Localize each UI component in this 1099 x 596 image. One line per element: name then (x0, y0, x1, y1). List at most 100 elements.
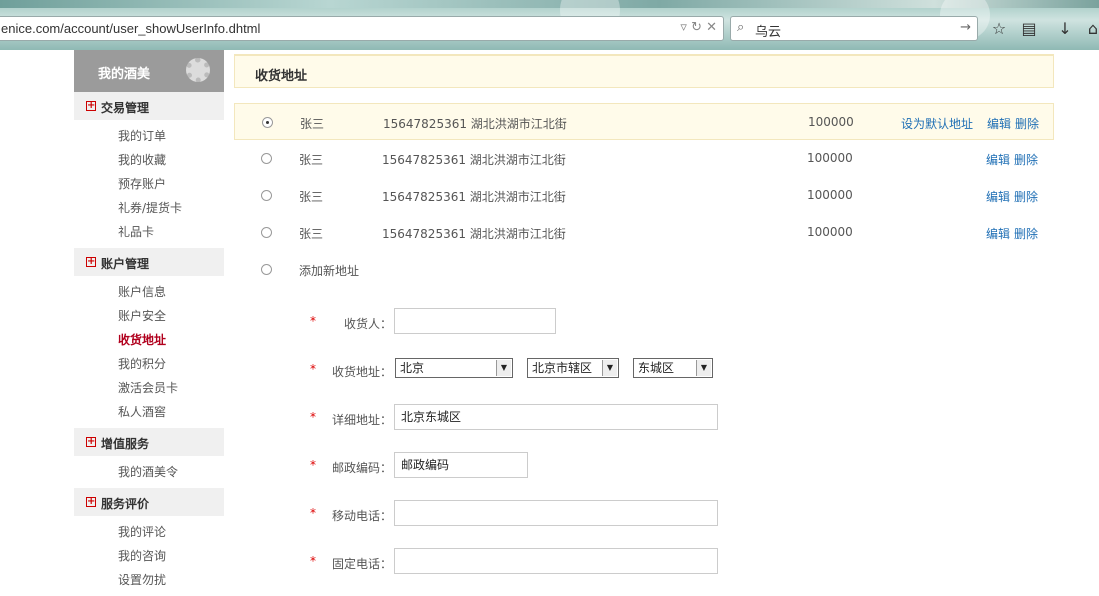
address-name: 张三 (299, 190, 324, 204)
sidebar-group[interactable]: + 增值服务 (74, 428, 224, 456)
zip-input[interactable]: 邮政编码 (394, 452, 528, 478)
edit-link[interactable]: 编辑 (986, 188, 1010, 205)
expand-plus-icon[interactable]: + (86, 437, 96, 447)
address-zip: 100000 (807, 225, 853, 239)
sidebar-item[interactable]: 礼券/提货卡 (74, 196, 224, 220)
sidebar-group-label: 交易管理 (101, 101, 150, 115)
sidebar-item[interactable]: 账户信息 (74, 280, 224, 304)
sidebar-item[interactable]: 账户安全 (74, 304, 224, 328)
sidebar-group-items: 我的评论 我的咨询 设置勿扰 (74, 516, 224, 596)
address-radio[interactable] (261, 227, 272, 238)
delete-link[interactable]: 删除 (1014, 151, 1038, 168)
city-select[interactable]: 北京市辖区 ▼ (527, 358, 619, 378)
receiver-row: * 收货人： (234, 308, 1054, 338)
add-new-radio[interactable] (261, 264, 272, 275)
page-title-bar: 收货地址 (234, 54, 1054, 88)
district-select[interactable]: 东城区 ▼ (633, 358, 713, 378)
address-radio[interactable] (261, 190, 272, 201)
sidebar-item[interactable]: 收货地址 (74, 328, 224, 352)
address-name: 张三 (299, 227, 324, 241)
bookmark-star-icon[interactable]: ☆ (988, 18, 1010, 40)
address-phone-address: 15647825361 湖北洪湖市江北街 (383, 117, 567, 131)
sidebar-group[interactable]: + 交易管理 (74, 92, 224, 120)
sidebar-group-label: 账户管理 (101, 257, 150, 271)
sidebar-item[interactable]: 我的咨询 (74, 544, 224, 568)
address-row[interactable]: 张三 15647825361 湖北洪湖市江北街 100000 编辑 删除 (234, 177, 1054, 214)
sidebar-groups: + 交易管理我的订单 我的收藏 预存账户 礼券/提货卡 礼品卡 + 账户管理账户信息 账户安全收… (74, 92, 224, 596)
address-zip: 100000 (808, 115, 854, 129)
browser-chrome: enice.com/account/user_showUserInfo.dhtm… (0, 0, 1099, 50)
expand-plus-icon[interactable]: + (86, 101, 96, 111)
zip-row: * 邮政编码： 邮政编码 (234, 452, 1054, 482)
district-value: 东城区 (638, 361, 675, 375)
sidebar-item[interactable]: 设置勿扰 (74, 568, 224, 592)
address-phone-address: 15647825361 湖北洪湖市江北街 (382, 227, 566, 241)
receiver-input[interactable] (394, 308, 556, 334)
expand-plus-icon[interactable]: + (86, 497, 96, 507)
chevron-down-icon: ▼ (602, 360, 617, 376)
address-phone-address: 15647825361 湖北洪湖市江北街 (382, 153, 566, 167)
detail-label: 详细地址： (331, 413, 392, 427)
sidebar-item[interactable]: 我的订单 (74, 124, 224, 148)
phone-input[interactable] (394, 548, 718, 574)
page-title: 收货地址 (255, 69, 308, 84)
address-row[interactable]: 张三 15647825361 湖北洪湖市江北街 100000 编辑 删除 (234, 214, 1054, 251)
sidebar-item[interactable]: 礼品卡 (74, 220, 224, 244)
search-bar[interactable]: ⌕ 乌云 → (730, 16, 978, 41)
address-row[interactable]: 张三 15647825361 湖北洪湖市江北街 100000 编辑 删除 (234, 140, 1054, 177)
go-arrow-icon[interactable]: → (960, 20, 971, 35)
url-bar[interactable]: enice.com/account/user_showUserInfo.dhtm… (0, 16, 724, 41)
sidebar-group-label: 服务评价 (101, 497, 150, 511)
sidebar-group[interactable]: + 账户管理 (74, 248, 224, 276)
mobile-input[interactable] (394, 500, 718, 526)
sidebar-group-items: 账户信息 账户安全 收货地址 我的积分 激活会员卡 私人酒窖 (74, 276, 224, 428)
sidebar-group-items: 我的酒美令 (74, 456, 224, 488)
city-value: 北京市辖区 (532, 361, 593, 375)
address-label: 收货地址： (331, 365, 392, 379)
sidebar-item[interactable]: 我的积分 (74, 352, 224, 376)
url-text: enice.com/account/user_showUserInfo.dhtm… (1, 21, 261, 36)
set-default-link[interactable]: 设为默认地址 (901, 115, 973, 132)
edit-link[interactable]: 编辑 (987, 115, 1011, 132)
sidebar-item[interactable]: 我的评论 (74, 520, 224, 544)
edit-link[interactable]: 编辑 (986, 225, 1010, 242)
zip-label: 邮政编码： (331, 461, 392, 475)
province-value: 北京 (400, 361, 425, 375)
delete-link[interactable]: 删除 (1014, 225, 1038, 242)
phone-row: * 固定电话： (234, 548, 1054, 578)
sidebar-group[interactable]: + 服务评价 (74, 488, 224, 516)
sidebar-item[interactable]: 激活会员卡 (74, 376, 224, 400)
delete-link[interactable]: 删除 (1015, 115, 1039, 132)
sidebar-title: 我的酒美 (98, 67, 151, 82)
chevron-down-icon: ▼ (496, 360, 511, 376)
add-new-address-row[interactable]: 添加新地址 (234, 251, 1054, 288)
sidebar-item[interactable]: 我的收藏 (74, 148, 224, 172)
province-select[interactable]: 北京 ▼ (395, 358, 513, 378)
add-new-label: 添加新地址 (299, 264, 360, 278)
reader-icon[interactable]: ▤ (1018, 18, 1040, 40)
edit-link[interactable]: 编辑 (986, 151, 1010, 168)
download-icon[interactable]: ↓ (1054, 18, 1076, 40)
address-name: 张三 (300, 117, 325, 131)
sidebar-item[interactable]: 我的酒美令 (74, 460, 224, 484)
search-icon: ⌕ (737, 20, 745, 35)
mobile-row: * 移动电话： (234, 500, 1054, 530)
detail-row: * 详细地址： 北京东城区 (234, 404, 1054, 434)
address-row[interactable]: 张三 15647825361 湖北洪湖市江北街 100000 设为默认地址 编辑 删除 (234, 103, 1054, 140)
address-name: 张三 (299, 153, 324, 167)
sidebar-group-label: 增值服务 (101, 437, 150, 451)
delete-link[interactable]: 删除 (1014, 188, 1038, 205)
home-icon[interactable]: ⌂ (1082, 18, 1099, 40)
address-radio[interactable] (261, 153, 272, 164)
tab-strip (0, 0, 1099, 8)
phone-label: 固定电话： (331, 557, 392, 571)
sidebar-item[interactable]: 预存账户 (74, 172, 224, 196)
sidebar-item[interactable]: 私人酒窖 (74, 400, 224, 424)
reload-icon[interactable]: ▿ ↻ ✕ (680, 20, 717, 35)
detail-address-input[interactable]: 北京东城区 (394, 404, 718, 430)
gear-icon[interactable] (186, 58, 210, 82)
search-term: 乌云 (755, 25, 782, 40)
address-radio[interactable] (262, 117, 273, 128)
expand-plus-icon[interactable]: + (86, 257, 96, 267)
region-row: * 收货地址： 北京 ▼ 北京市辖区 ▼ 东城区 ▼ (234, 356, 1054, 386)
